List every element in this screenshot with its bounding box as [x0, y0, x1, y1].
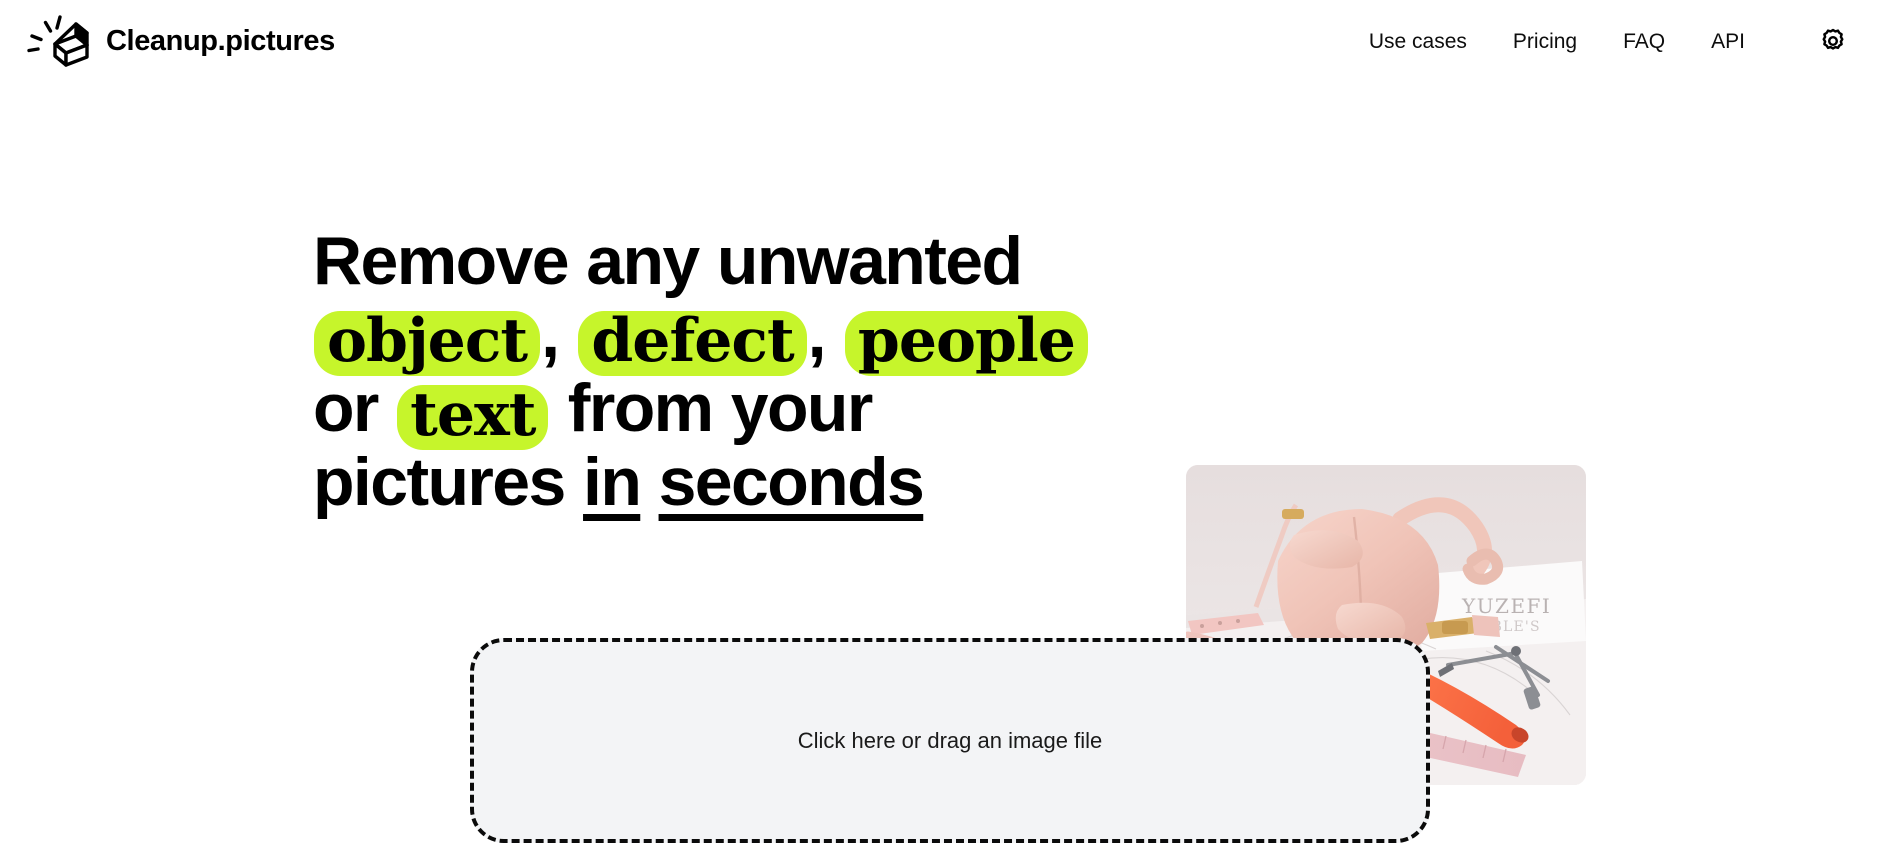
headline-highlight-defect: defect — [578, 310, 807, 376]
hero-section: Remove any unwanted object, defect, peop… — [0, 225, 1892, 785]
nav-item-api[interactable]: API — [1688, 21, 1768, 62]
nav-item-faq[interactable]: FAQ — [1600, 21, 1688, 62]
eraser-sparkle-icon — [24, 15, 90, 67]
dropzone-label: Click here or drag an image file — [797, 727, 1103, 753]
headline-highlight-people: people — [844, 310, 1088, 376]
page-root: Cleanup.pictures Use cases Pricing FAQ A… — [0, 0, 1892, 847]
svg-text:YUZEFI: YUZEFI — [1461, 594, 1551, 618]
headline-underlined-seconds: seconds — [658, 443, 925, 520]
headline-separator-2: , — [807, 295, 827, 372]
page-title: Remove any unwanted object, defect, peop… — [313, 225, 1128, 519]
main-navigation: Use cases Pricing FAQ API — [1346, 18, 1892, 64]
settings-button[interactable] — [1810, 18, 1856, 64]
nav-item-use-cases[interactable]: Use cases — [1346, 21, 1490, 62]
image-dropzone[interactable]: Click here or drag an image file — [470, 638, 1430, 843]
brand-logo-link[interactable]: Cleanup.pictures — [24, 15, 335, 67]
nav-item-pricing[interactable]: Pricing — [1490, 21, 1600, 62]
headline-highlight-object: object — [314, 310, 541, 376]
site-header: Cleanup.pictures Use cases Pricing FAQ A… — [0, 0, 1892, 82]
headline-line-1: Remove any unwanted — [313, 223, 1023, 299]
headline-underlined-in: in — [583, 443, 642, 520]
brand-name: Cleanup.pictures — [106, 24, 335, 57]
headline-separator-1: , — [541, 295, 560, 372]
headline-highlight-text: text — [397, 384, 549, 450]
headline-word-or: or — [313, 369, 379, 446]
gear-icon — [1819, 27, 1847, 55]
